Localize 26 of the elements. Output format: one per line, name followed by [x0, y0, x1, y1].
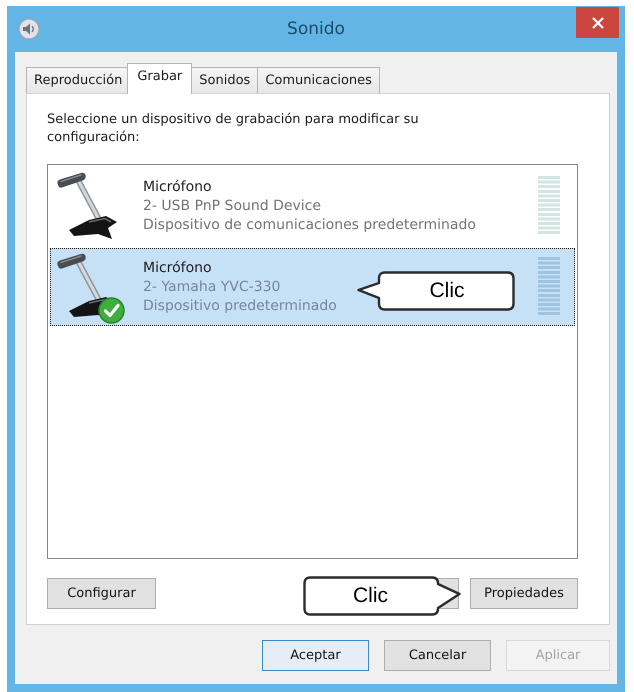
speaker-icon[interactable]	[18, 18, 40, 40]
close-icon	[592, 16, 604, 28]
button[interactable]: Configurar	[47, 578, 156, 609]
callout: Clic	[303, 576, 461, 616]
level-meter	[538, 176, 560, 236]
device-row[interactable]: Micrófono 2- Yamaha YVC-330 Dispositivo predeterminado Clic	[50, 248, 575, 326]
device-description: 2- Yamaha YVC-330	[143, 278, 280, 296]
window-title: Sonido	[287, 19, 345, 39]
callout: Clic	[357, 271, 515, 311]
close-button[interactable]	[576, 7, 619, 38]
instruction-text: Seleccione un dispositivo de grabación para modificar su configuración:	[47, 111, 420, 147]
device-row[interactable]: Micrófono 2- USB PnP Sound Device Dispositivo de comunicaciones predeterminado	[50, 167, 575, 245]
button[interactable]: Cancelar	[384, 640, 491, 671]
device-status: Dispositivo predeterminado	[143, 296, 337, 316]
microphone-icon	[56, 172, 118, 240]
tab[interactable]: Grabar	[127, 63, 192, 94]
tab[interactable]: Sonidos	[191, 67, 258, 93]
device-description: 2- USB PnP Sound Device	[143, 196, 321, 216]
device-name: Micrófono	[143, 258, 212, 278]
button[interactable]: Aceptar	[262, 640, 369, 671]
device-name: Micrófono	[143, 178, 212, 196]
device-status: Dispositivo de comunicaciones predeterminado	[143, 216, 476, 234]
level-meter	[538, 257, 560, 317]
device-list[interactable]: Micrófono 2- USB PnP Sound Device Dispositivo de comunicaciones predeterminado Micrófono 2- Yamaha YVC-330 Dispositivo predeterminado Clic	[47, 164, 578, 559]
tab[interactable]: Comunicaciones	[257, 67, 380, 93]
button[interactable]: Propiedades	[470, 578, 578, 609]
